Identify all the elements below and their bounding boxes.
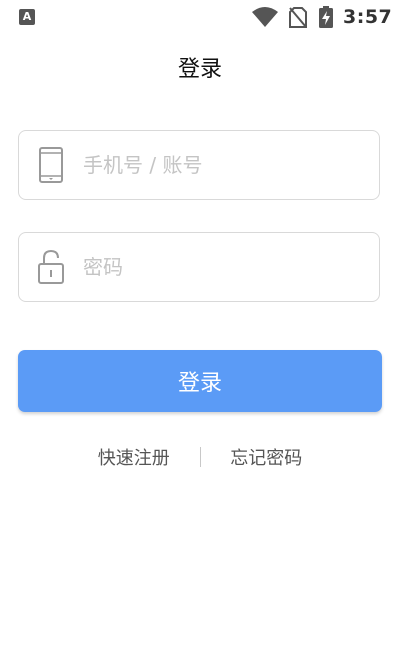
- quick-register-link[interactable]: 快速注册: [98, 444, 170, 470]
- phone-icon: [39, 147, 63, 183]
- links-divider: [199, 447, 201, 467]
- phone-account-field[interactable]: [18, 130, 380, 200]
- notification-app-icon: A: [19, 9, 35, 25]
- login-screen: A 3:57 登录 手机号 / 账号 登录 快速注册 忘记密码: [0, 0, 400, 650]
- status-bar: A 3:57: [0, 0, 400, 36]
- page-title: 登录: [177, 57, 222, 82]
- lock-icon: [38, 249, 64, 284]
- password-field[interactable]: [18, 232, 380, 302]
- battery-charging-icon: [319, 6, 333, 28]
- wifi-icon: [252, 7, 278, 27]
- password-input[interactable]: [83, 247, 363, 287]
- phone-account-input[interactable]: [83, 145, 363, 185]
- forgot-password-link[interactable]: 忘记密码: [230, 444, 302, 470]
- status-time: 3:57: [343, 6, 393, 28]
- no-sim-icon: [289, 7, 307, 28]
- auth-links: 快速注册 忘记密码: [0, 444, 400, 472]
- notification-app-letter: A: [22, 10, 32, 23]
- login-button[interactable]: 登录: [18, 350, 382, 412]
